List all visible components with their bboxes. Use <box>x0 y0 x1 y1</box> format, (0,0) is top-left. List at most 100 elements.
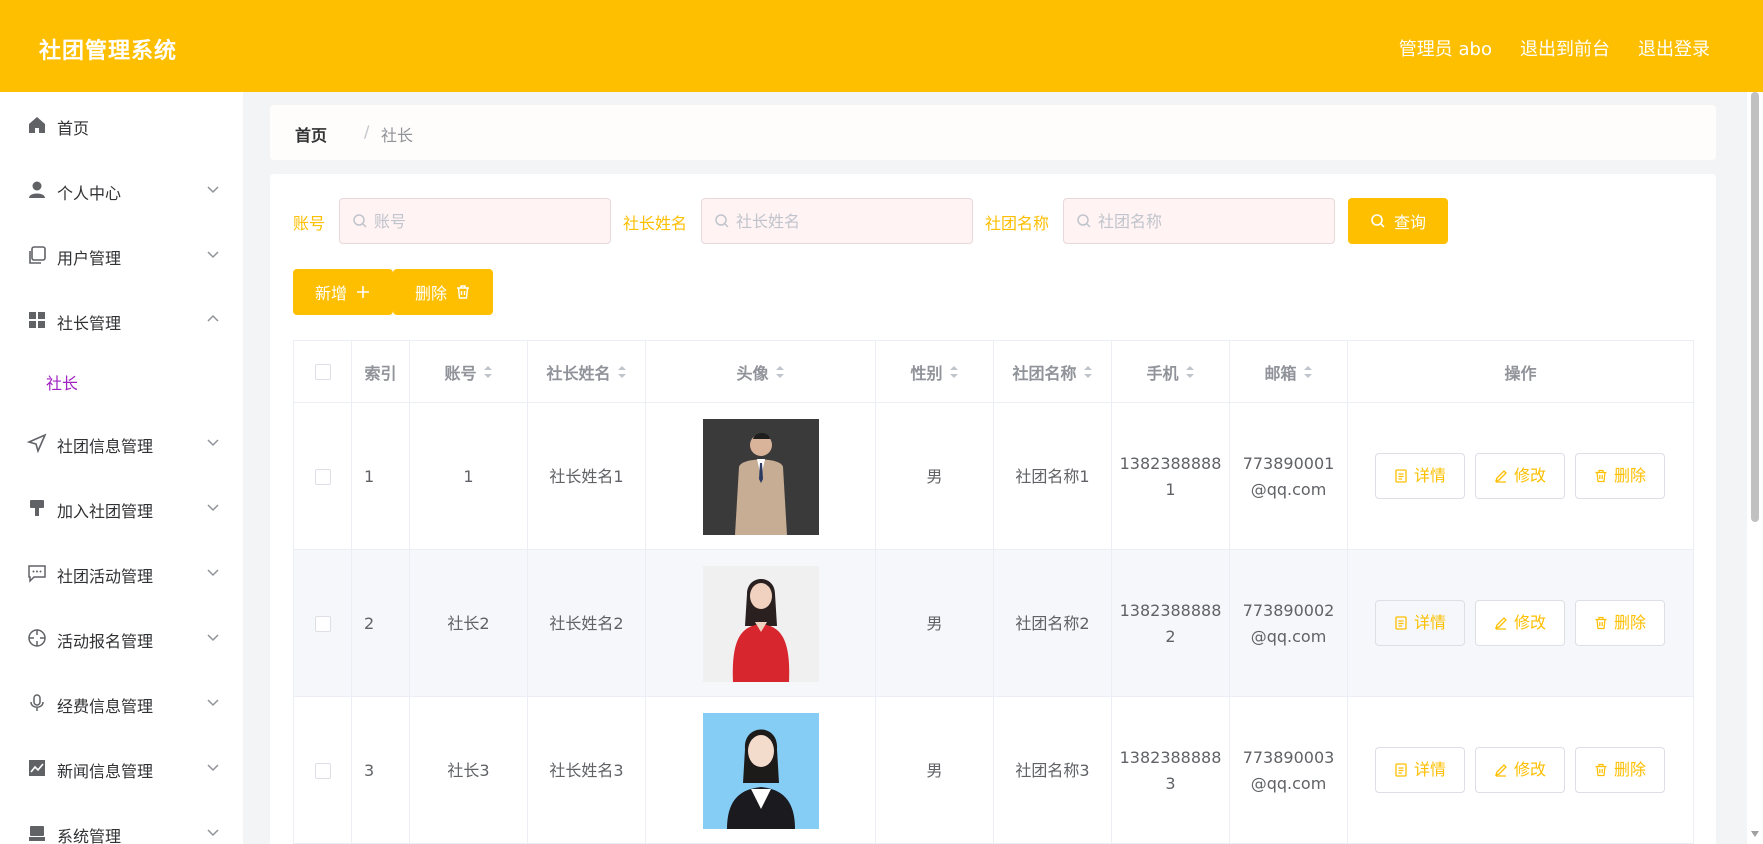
sidebar-item-club-activity[interactable]: 社团活动管理 <box>0 551 243 595</box>
sort-icon[interactable] <box>617 364 627 380</box>
avatar-cell <box>646 697 876 844</box>
sidebar-item-news[interactable]: 新闻信息管理 <box>0 746 243 790</box>
sidebar-item-user-management[interactable]: 用户管理 <box>0 233 243 277</box>
sidebar-item-label: 系统管理 <box>57 827 122 844</box>
exit-frontend-link[interactable]: 退出到前台 <box>1520 35 1610 61</box>
header-gender[interactable]: 性别 <box>876 341 994 403</box>
sidebar-item-label: 用户管理 <box>57 249 122 268</box>
sidebar-item-personal-center[interactable]: 个人中心 <box>0 168 243 212</box>
delete-button[interactable]: 删除 <box>1575 453 1665 499</box>
header-email-label: 邮箱 <box>1264 364 1297 383</box>
edit-button[interactable]: 修改 <box>1475 747 1565 793</box>
add-button[interactable]: 新增 <box>293 269 393 315</box>
president-search-input-wrap[interactable] <box>701 198 973 244</box>
search-icon <box>715 214 729 228</box>
sidebar-item-label: 新闻信息管理 <box>57 762 154 781</box>
club-search-input[interactable] <box>1098 199 1318 243</box>
search-icon <box>353 214 367 228</box>
header-club-label: 社团名称 <box>1012 364 1077 383</box>
club-cell: 社团名称2 <box>994 550 1112 697</box>
header-email[interactable]: 邮箱 <box>1230 341 1348 403</box>
account-cell: 1 <box>410 403 528 550</box>
header-account[interactable]: 账号 <box>410 341 528 403</box>
president-search-input[interactable] <box>736 199 956 243</box>
sort-icon[interactable] <box>775 364 785 380</box>
scroll-down-arrow-icon[interactable] <box>1750 830 1760 838</box>
header-club[interactable]: 社团名称 <box>994 341 1112 403</box>
page-scrollbar-thumb[interactable] <box>1751 92 1759 522</box>
batch-delete-button-label: 删除 <box>414 284 447 303</box>
avatar[interactable] <box>702 418 819 535</box>
user-icon <box>29 181 45 198</box>
sort-icon[interactable] <box>483 364 493 380</box>
row-checkbox[interactable] <box>314 762 331 779</box>
document-icon <box>1395 763 1407 777</box>
detail-button[interactable]: 详情 <box>1375 600 1465 646</box>
sidebar-item-activity-signup[interactable]: 活动报名管理 <box>0 616 243 660</box>
sidebar-item-label: 社团信息管理 <box>57 437 154 456</box>
club-search-input-wrap[interactable] <box>1063 198 1335 244</box>
account-search-input[interactable] <box>374 199 594 243</box>
sidebar-item-join-club[interactable]: 加入社团管理 <box>0 486 243 530</box>
phone-cell: 1382388888 2 <box>1112 550 1230 697</box>
trash-icon <box>457 285 469 299</box>
sidebar-subitem-label: 社长 <box>46 374 79 393</box>
sort-icon[interactable] <box>1185 364 1195 380</box>
breadcrumb-home[interactable]: 首页 <box>295 122 327 146</box>
header-avatar[interactable]: 头像 <box>646 341 876 403</box>
header-account-label: 账号 <box>444 364 477 383</box>
sidebar-item-president-management[interactable]: 社长管理 <box>0 298 243 342</box>
sort-icon[interactable] <box>949 364 959 380</box>
avatar-cell <box>646 550 876 697</box>
sort-icon[interactable] <box>1303 364 1313 380</box>
edit-button[interactable]: 修改 <box>1475 600 1565 646</box>
sidebar-item-home[interactable]: 首页 <box>0 103 243 147</box>
query-button-label: 查询 <box>1393 213 1426 232</box>
header-phone[interactable]: 手机 <box>1112 341 1230 403</box>
avatar[interactable] <box>702 712 819 829</box>
header-name[interactable]: 社长姓名 <box>528 341 646 403</box>
avatar[interactable] <box>702 565 819 682</box>
select-all-checkbox[interactable] <box>314 364 331 380</box>
chevron-down-icon <box>207 439 219 447</box>
email-text: 773890003 <box>1242 747 1335 767</box>
header-avatar-label: 头像 <box>736 364 769 383</box>
detail-button[interactable]: 详情 <box>1375 747 1465 793</box>
logout-link[interactable]: 退出登录 <box>1638 35 1710 61</box>
sidebar-item-system[interactable]: 系统管理 <box>0 811 243 844</box>
sort-icon[interactable] <box>1083 364 1093 380</box>
delete-button[interactable]: 删除 <box>1575 747 1665 793</box>
phone-text: 1382388888 <box>1119 747 1222 767</box>
edit-icon <box>1494 470 1507 483</box>
edit-button[interactable]: 修改 <box>1475 453 1565 499</box>
sidebar-item-club-info[interactable]: 社团信息管理 <box>0 421 243 465</box>
chevron-down-icon <box>207 504 219 512</box>
header-index: 索引 <box>352 341 410 403</box>
search-icon <box>1077 214 1091 228</box>
chevron-down-icon <box>207 569 219 577</box>
sidebar-item-label: 个人中心 <box>57 184 122 203</box>
row-checkbox[interactable] <box>314 615 331 632</box>
detail-button-label: 详情 <box>1413 760 1446 779</box>
detail-button[interactable]: 详情 <box>1375 453 1465 499</box>
club-cell: 社团名称3 <box>994 697 1112 844</box>
sidebar-item-label: 社团活动管理 <box>57 567 154 586</box>
index-cell: 2 <box>352 550 410 697</box>
row-checkbox[interactable] <box>314 468 331 485</box>
email-text-wrap: @qq.com <box>1250 479 1327 499</box>
header-select-all <box>294 341 352 403</box>
batch-delete-button[interactable]: 删除 <box>393 269 493 315</box>
add-button-label: 新增 <box>314 284 347 303</box>
account-search-input-wrap[interactable] <box>339 198 611 244</box>
trash-icon <box>1595 469 1607 483</box>
email-cell: 773890002 @qq.com <box>1230 550 1348 697</box>
delete-button[interactable]: 删除 <box>1575 600 1665 646</box>
admin-user-label[interactable]: 管理员 abo <box>1399 35 1492 61</box>
row-select-cell <box>294 550 352 697</box>
sidebar-item-label: 活动报名管理 <box>57 632 154 651</box>
sidebar-subitem-president[interactable]: 社长 <box>0 360 243 400</box>
query-button[interactable]: 查询 <box>1348 198 1448 244</box>
sidebar-item-funding[interactable]: 经费信息管理 <box>0 681 243 725</box>
header-gender-label: 性别 <box>910 364 943 383</box>
gender-cell: 男 <box>876 403 994 550</box>
